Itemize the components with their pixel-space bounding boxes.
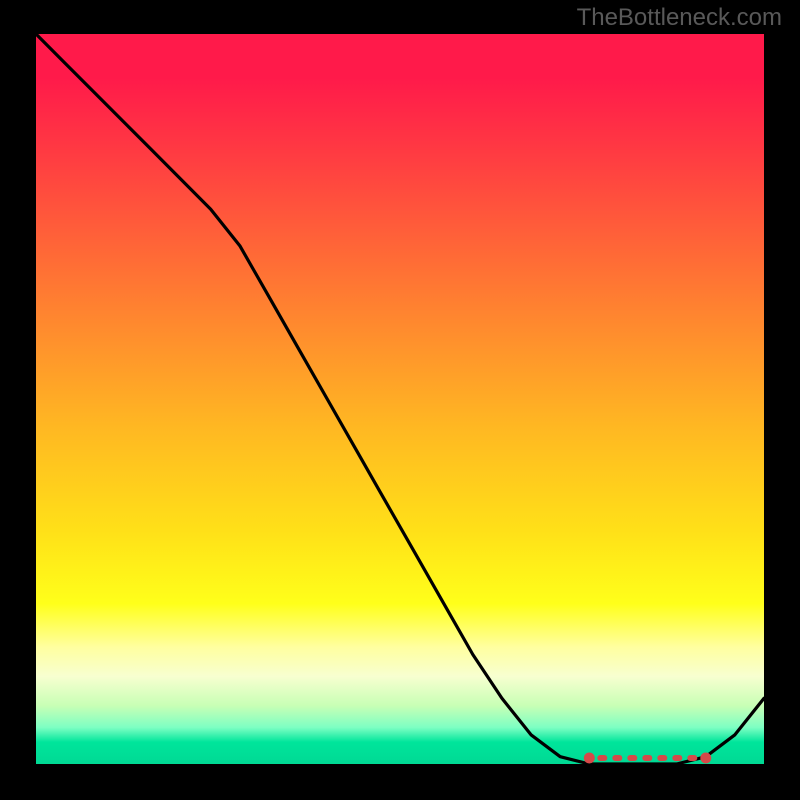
chart-frame: TheBottleneck.com (0, 0, 800, 800)
marker-dash (642, 755, 652, 761)
marker-end-dot (700, 753, 711, 764)
marker-dash (672, 755, 682, 761)
marker-dash (612, 755, 622, 761)
optimal-range-markers (584, 753, 712, 764)
marker-dash (657, 755, 667, 761)
chart-svg (36, 34, 764, 764)
marker-end-dot (584, 753, 595, 764)
marker-dash (627, 755, 637, 761)
marker-dash (687, 755, 697, 761)
bottleneck-curve (36, 34, 764, 764)
watermark-text: TheBottleneck.com (577, 4, 782, 32)
marker-dash (597, 755, 607, 761)
